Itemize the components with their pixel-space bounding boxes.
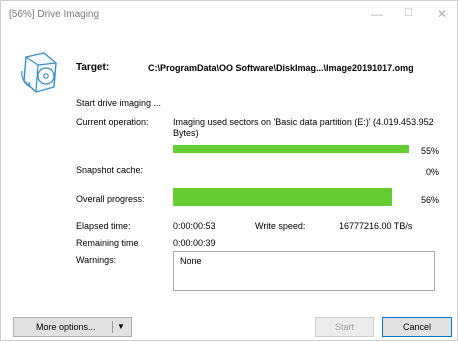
maximize-icon[interactable]: ☐ [404,8,413,19]
snapshot-cache-percent: 0% [425,167,439,177]
drive-imaging-window: [56%] Drive Imaging — ☐ ✕ Target: C:\Pro… [0,0,458,341]
snapshot-cache-label: Snapshot cache: [76,165,144,175]
operation-progress-bar [173,145,409,153]
chevron-down-icon[interactable]: ▼ [117,322,125,331]
current-operation-value: Imaging used sectors on 'Basic data part… [173,117,434,138]
disk-icon [21,52,57,93]
operation-progress-fill [173,145,409,153]
start-button[interactable]: Start [315,317,374,337]
split-divider [112,321,113,333]
warnings-box[interactable]: None [173,251,435,291]
more-options-button[interactable]: More options... ▼ [13,317,132,337]
target-label: Target: [76,62,110,73]
elapsed-time-value: 0:00:00:53 [173,221,216,231]
warnings-label: Warnings: [76,255,117,265]
title-bar[interactable]: [56%] Drive Imaging — ☐ ✕ [1,1,457,29]
elapsed-time-label: Elapsed time: [76,221,131,231]
current-operation-label: Current operation: [76,117,149,127]
more-options-label: More options... [36,322,96,332]
overall-progress-percent: 56% [420,195,439,205]
overall-progress-fill [173,188,392,206]
target-path: C:\ProgramData\OO Software\DiskImag...\I… [148,63,414,73]
overall-progress-bar [173,188,392,206]
write-speed-value: 16777216.00 TB/s [339,221,413,231]
cancel-button[interactable]: Cancel [382,317,452,337]
window-title: [56%] Drive Imaging [9,9,100,20]
remaining-time-value: 0:00:00:39 [173,238,216,248]
remaining-time-label: Remaining time [76,238,139,248]
status-start-text: Start drive imaging ... [76,98,162,108]
overall-progress-label: Overall progress: [76,194,145,204]
minimize-icon[interactable]: — [371,7,383,21]
close-icon[interactable]: ✕ [437,7,447,21]
operation-progress-percent: 55% [420,146,439,156]
warnings-text: None [180,256,202,266]
write-speed-label: Write speed: [255,221,306,231]
